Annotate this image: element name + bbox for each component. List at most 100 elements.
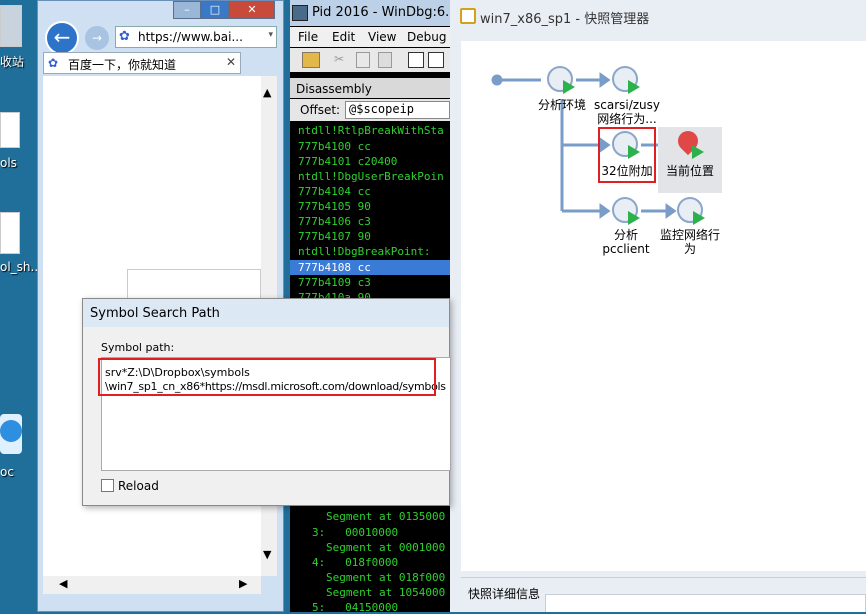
asm-line: 777b4101 c20400: [298, 155, 398, 168]
snapshot-label-scarsi-2: 网络行为...: [597, 112, 657, 126]
vm-icon: [460, 8, 476, 24]
dialog-titlebar: Symbol Search Path: [83, 299, 449, 327]
output-line: 4: 018f0000: [312, 556, 399, 569]
baidu-paw-icon: ✿: [48, 56, 59, 70]
offset-row: Offset: @$scopeip: [290, 99, 450, 121]
windbg-app-icon: [292, 5, 308, 21]
asm-line: 777b4106 c3: [298, 215, 371, 228]
address-text: https://www.bai...: [138, 30, 243, 44]
asm-line: 777b4105 90: [298, 200, 371, 213]
snapshot-label-attach: 32位附加: [601, 164, 653, 178]
symbol-search-path-dialog: Symbol Search Path Symbol path: srv*Z:\D…: [82, 298, 451, 506]
menu-view[interactable]: View: [368, 30, 396, 44]
snapshot-label-analyze-env: 分析环境: [537, 98, 586, 112]
snapshot-node-analyze[interactable]: [612, 197, 642, 227]
desktop-label-recycle: 收站: [0, 55, 25, 69]
symbol-path-label: Symbol path:: [101, 341, 175, 354]
offset-input[interactable]: @$scopeip: [345, 101, 450, 119]
play-icon: [628, 145, 640, 159]
asm-line: 777b4107 90: [298, 230, 371, 243]
paste-icon[interactable]: [378, 52, 392, 68]
back-arrow-icon: ←: [53, 25, 71, 49]
snapshot-node-attach[interactable]: [612, 131, 642, 161]
play-icon: [692, 145, 704, 159]
snapshot-title: win7_x86_sp1 - 快照管理器: [480, 12, 650, 27]
output-line: 3: 00010000: [312, 526, 399, 539]
close-button[interactable]: ✕: [229, 1, 275, 19]
step-icon[interactable]: [428, 52, 444, 68]
scroll-right-icon[interactable]: ▶: [239, 577, 247, 590]
snapshot-node-current[interactable]: [658, 126, 722, 193]
recycle-bin-icon[interactable]: [0, 5, 22, 47]
ie-icon[interactable]: [0, 414, 22, 454]
asm-line: ntdll!RtlpBreakWithSta: [298, 124, 444, 137]
dialog-title: Symbol Search Path: [90, 306, 220, 321]
menu-edit[interactable]: Edit: [332, 30, 355, 44]
file-icon[interactable]: [0, 112, 20, 148]
snapshot-label-analyze-2: pcclient: [602, 242, 650, 256]
highlight-box-symbol-path: [98, 358, 436, 396]
content-box: [127, 269, 261, 299]
baidu-paw-icon: ✿: [119, 29, 130, 44]
address-bar[interactable]: ✿ https://www.bai... ▾: [115, 26, 277, 48]
snapshot-label-monitor-2: 为: [683, 242, 696, 256]
snapshot-label-monitor: 监控网络行: [659, 228, 720, 242]
windbg-titlebar: Pid 2016 - WinDbg:6.11: [290, 0, 466, 26]
command-output: Segment at 0135000 3: 00010000 Segment a…: [290, 506, 450, 614]
play-icon: [693, 211, 705, 225]
tab-title: 百度一下，你就知道: [68, 58, 177, 72]
reload-label: Reload: [118, 479, 159, 493]
disassembly-title: Disassembly: [296, 82, 372, 96]
snapshot-details-divider: [461, 577, 866, 578]
snapshot-label-current: 当前位置: [665, 164, 714, 178]
desktop-label-doc: oc: [0, 465, 14, 479]
forward-button[interactable]: →: [85, 26, 109, 50]
cut-icon[interactable]: ✂: [334, 52, 344, 66]
horizontal-scrollbar[interactable]: ◀ ▶: [43, 576, 261, 594]
tab-close-icon[interactable]: ✕: [226, 55, 236, 69]
asm-line: 777b4104 cc: [298, 185, 371, 198]
snapshot-node-analyze-env[interactable]: [547, 66, 577, 96]
asm-line: 777b4100 cc: [298, 140, 371, 153]
output-line: Segment at 0135000: [326, 510, 446, 523]
disassembly-view[interactable]: ntdll!RtlpBreakWithSta 777b4100 cc 777b4…: [290, 122, 450, 304]
file-icon[interactable]: [0, 212, 20, 254]
snapshot-node-monitor[interactable]: [677, 197, 707, 227]
snapshot-label-scarsi: scarsi/zusy: [593, 98, 661, 112]
minimize-button[interactable]: –: [173, 1, 201, 19]
menu-debug[interactable]: Debug: [407, 30, 446, 44]
offset-label: Offset:: [300, 103, 341, 117]
maximize-button[interactable]: □: [201, 1, 229, 19]
snapshot-details-label: 快照详细信息: [468, 587, 541, 601]
play-icon: [628, 80, 640, 94]
output-line: 5: 04150000: [312, 601, 399, 614]
windbg-menubar: File Edit View Debug: [290, 27, 450, 47]
forward-arrow-icon: →: [91, 31, 103, 45]
output-line: Segment at 1054000: [326, 586, 446, 599]
disassembly-header: Disassembly: [290, 78, 450, 98]
snapshot-details-panel: [545, 594, 866, 612]
address-dropdown-icon[interactable]: ▾: [268, 30, 273, 40]
asm-line: ntdll!DbgBreakPoint:: [298, 245, 431, 258]
snapshot-label-analyze: 分析: [613, 228, 638, 242]
asm-line-current: 777b4108 cc: [298, 261, 371, 274]
play-icon: [628, 211, 640, 225]
browser-tab[interactable]: ✿ 百度一下，你就知道 ✕: [43, 52, 241, 74]
open-folder-icon[interactable]: [302, 52, 320, 68]
scroll-up-icon[interactable]: ▲: [263, 86, 271, 99]
play-icon: [563, 80, 575, 94]
asm-line: ntdll!DbgUserBreakPoin: [298, 170, 444, 183]
back-button[interactable]: ←: [45, 21, 79, 55]
scroll-down-icon[interactable]: ▼: [263, 548, 271, 561]
source-icon[interactable]: [408, 52, 424, 68]
asm-line: 777b4109 c3: [298, 276, 371, 289]
windbg-title: Pid 2016 - WinDbg:6.11: [312, 5, 466, 20]
output-line: Segment at 018f000: [326, 571, 446, 584]
windbg-toolbar: ✂: [290, 48, 450, 72]
snapshot-node-scarsi[interactable]: [612, 66, 642, 96]
desktop-label-shortcut: ol_sh...: [0, 260, 42, 274]
reload-checkbox[interactable]: [101, 479, 114, 492]
copy-icon[interactable]: [356, 52, 370, 68]
menu-file[interactable]: File: [298, 30, 318, 44]
scroll-left-icon[interactable]: ◀: [59, 577, 67, 590]
